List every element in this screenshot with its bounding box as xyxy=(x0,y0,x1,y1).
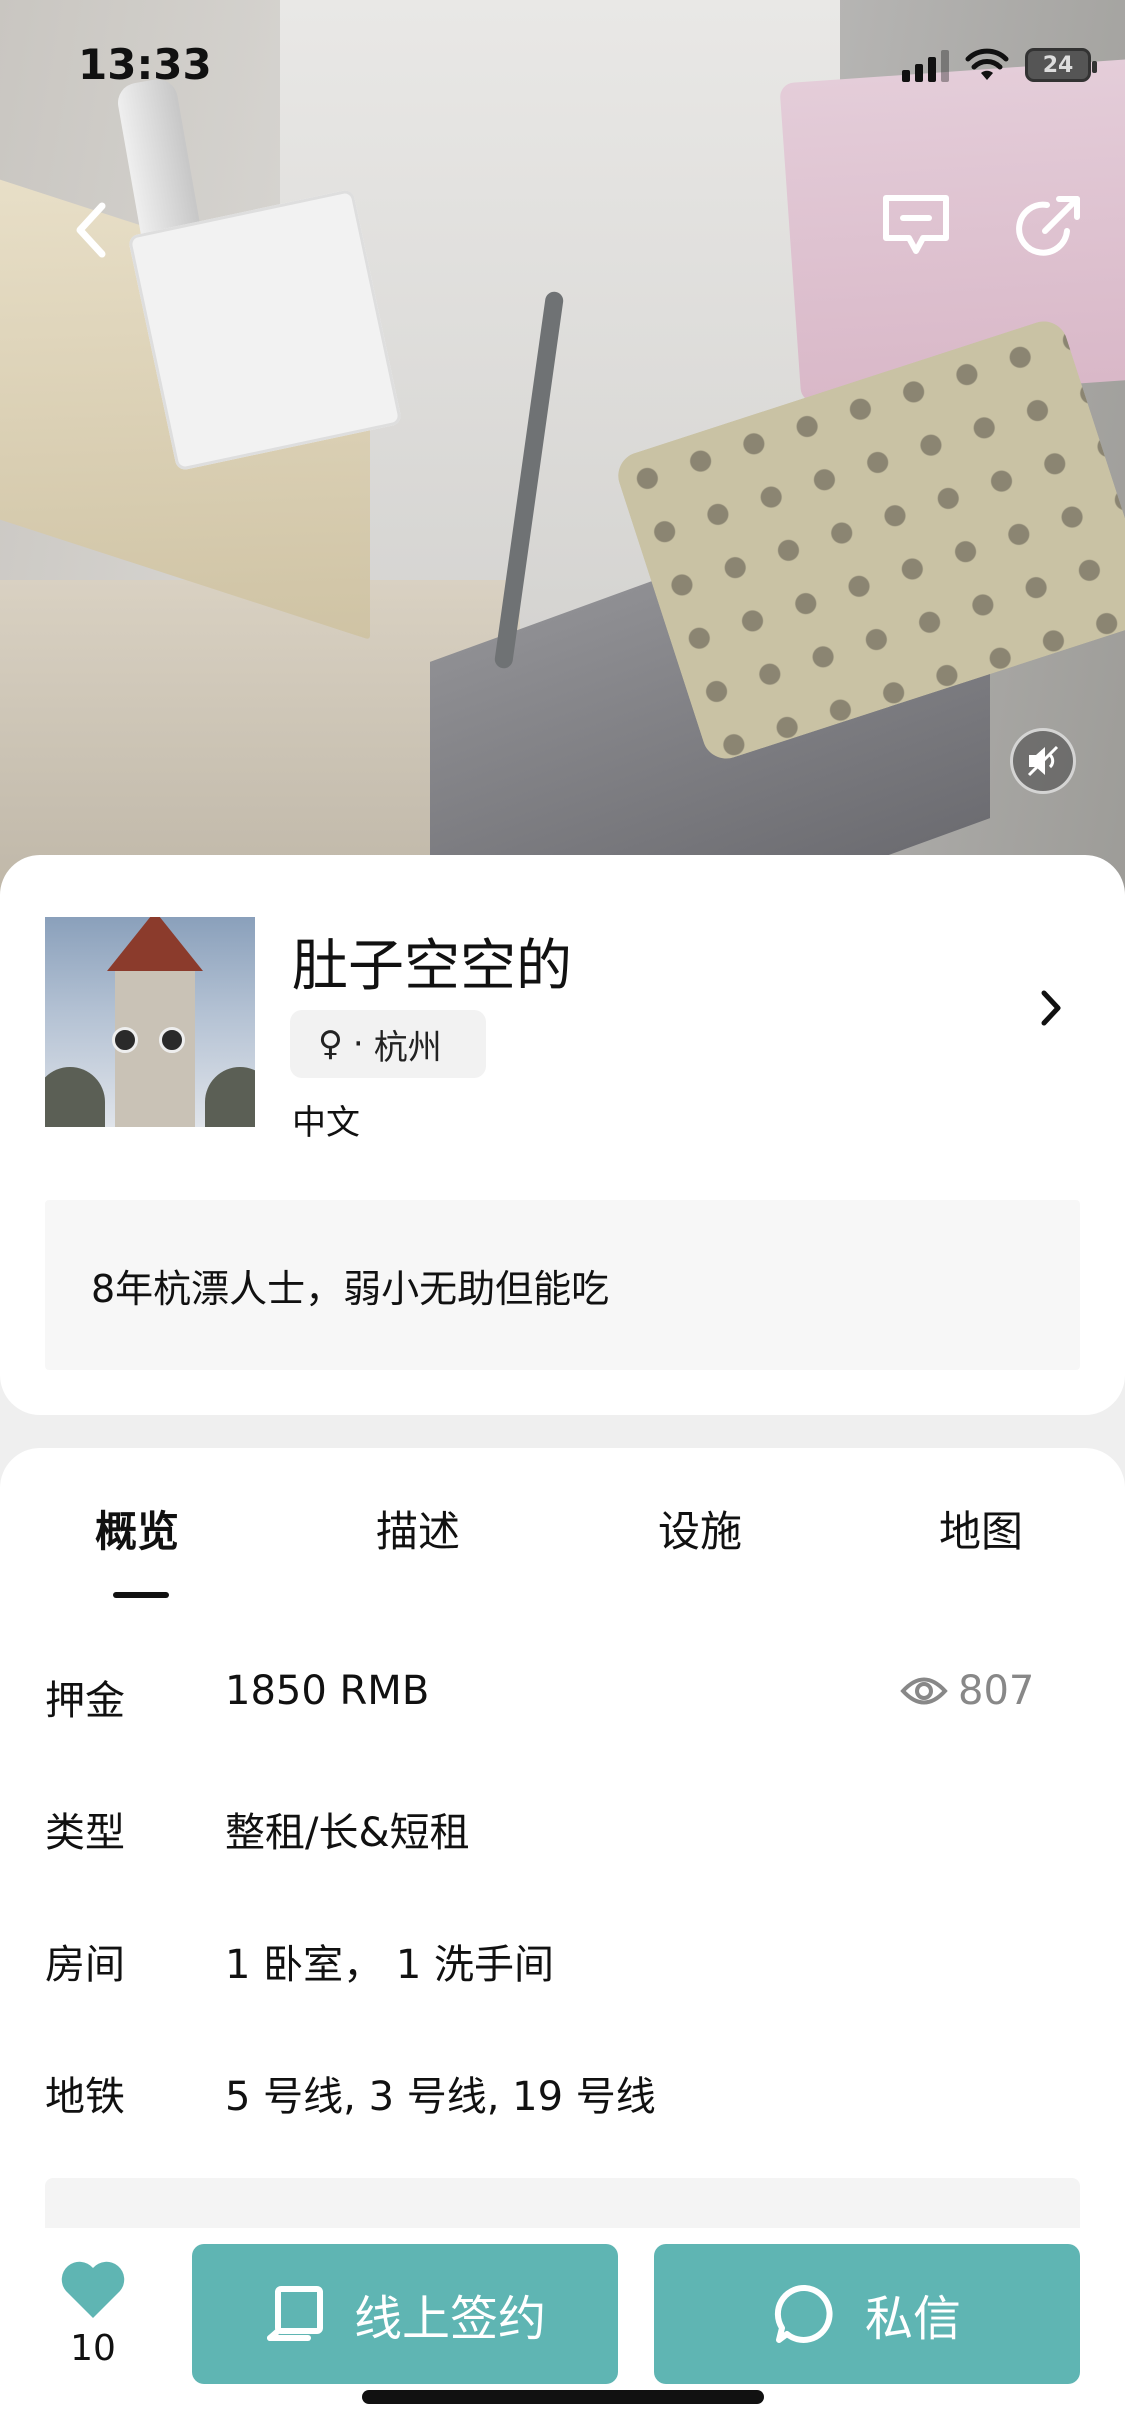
back-button[interactable] xyxy=(60,190,120,270)
avatar[interactable] xyxy=(45,917,255,1127)
status-icons: 24 xyxy=(902,48,1097,82)
tag-separator: · xyxy=(352,1024,364,1064)
host-language: 中文 xyxy=(292,1103,360,1143)
wifi-icon xyxy=(965,48,1009,80)
host-city: 杭州 xyxy=(373,1027,442,1068)
message-icon xyxy=(883,195,949,254)
tab-overview[interactable]: 概览 xyxy=(95,1498,179,1559)
share-icon xyxy=(1016,196,1080,256)
mute-button[interactable] xyxy=(1010,728,1076,794)
view-count-value: 807 xyxy=(958,1668,1035,1714)
active-tab-indicator xyxy=(113,1592,169,1598)
host-card[interactable]: 肚子空空的 ♀ · 杭州 中文 8年杭漂人士，弱小无助但能吃 xyxy=(0,855,1125,1415)
metro-value: 5 号线, 3 号线, 19 号线 xyxy=(225,2074,656,2120)
bottom-action-bar: 10 线上签约 私信 xyxy=(0,2228,1125,2436)
metro-label: 地铁 xyxy=(45,2074,125,2120)
laptop-icon xyxy=(266,2286,323,2341)
home-indicator xyxy=(362,2390,764,2404)
gender-icon: ♀ xyxy=(318,1024,343,1064)
tab-map[interactable]: 地图 xyxy=(939,1498,1023,1559)
private-message-label: 私信 xyxy=(864,2291,961,2347)
host-bio: 8年杭漂人士，弱小无助但能吃 xyxy=(45,1200,1080,1370)
chevron-left-icon xyxy=(76,202,106,258)
rooms-label: 房间 xyxy=(45,1942,125,1988)
private-message-button[interactable]: 私信 xyxy=(654,2244,1080,2384)
type-label: 类型 xyxy=(45,1810,125,1856)
tab-bar: 概览 描述 设施 地图 xyxy=(0,1498,1125,1568)
host-name: 肚子空空的 xyxy=(292,934,572,999)
chat-bubble-icon xyxy=(774,2284,833,2343)
comment-button[interactable] xyxy=(876,190,956,260)
tab-description[interactable]: 描述 xyxy=(376,1498,460,1559)
listing-photo[interactable] xyxy=(0,0,1125,900)
battery-icon: 24 xyxy=(1025,48,1097,82)
online-sign-label: 线上签约 xyxy=(353,2291,546,2347)
heart-icon xyxy=(61,2261,125,2318)
deposit-value: 1850 RMB xyxy=(225,1668,430,1714)
speaker-muted-icon xyxy=(1027,745,1059,777)
deposit-label: 押金 xyxy=(45,1678,125,1724)
listing-detail-screen: 13:33 24 肚子空空的 ♀ · 杭州 中文 8年杭漂人士，弱小无助但能吃 … xyxy=(0,0,1125,2436)
tab-facilities[interactable]: 设施 xyxy=(658,1498,742,1559)
type-value: 整租/长&短租 xyxy=(225,1810,470,1856)
favorite-count: 10 xyxy=(70,2328,116,2369)
online-sign-button[interactable]: 线上签约 xyxy=(192,2244,618,2384)
favorite-button[interactable]: 10 xyxy=(50,2258,136,2369)
status-time: 13:33 xyxy=(78,40,212,89)
eye-icon xyxy=(900,1677,948,1705)
host-tag: ♀ · 杭州 xyxy=(290,1010,486,1078)
host-bio-text: 8年杭漂人士，弱小无助但能吃 xyxy=(91,1266,610,1311)
view-count: 807 xyxy=(900,1668,1034,1714)
rooms-value: 1 卧室， 1 洗手间 xyxy=(225,1942,555,1988)
cellular-signal-icon xyxy=(902,48,949,82)
chevron-right-icon[interactable] xyxy=(1036,985,1066,1031)
share-button[interactable] xyxy=(1010,188,1090,264)
